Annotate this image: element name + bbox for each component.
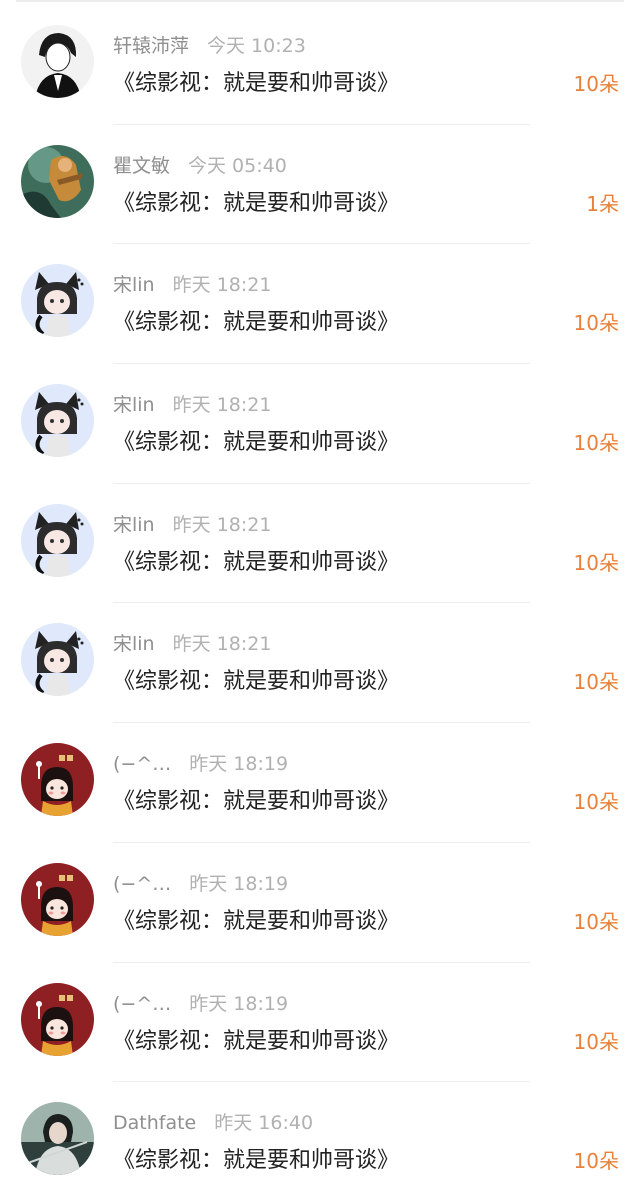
timestamp: 今天 10:23 — [207, 35, 306, 57]
flower-count: 10朵 — [573, 1029, 619, 1054]
meta: Dathfate 昨天 16:40 — [113, 1108, 313, 1136]
user-name[interactable]: 轩辕沛萍 — [113, 35, 189, 57]
timestamp: 昨天 18:21 — [172, 513, 272, 536]
meta: (−^… 昨天 18:19 — [113, 869, 288, 897]
gift-row[interactable]: (−^… 昨天 18:19 《综影视：就是要和帅哥谈》 10朵 — [0, 963, 640, 1083]
user-name[interactable]: (−^… — [113, 753, 171, 775]
avatar-cat-girl-icon[interactable] — [21, 384, 94, 458]
meta: 宋lin 昨天 18:21 — [113, 629, 271, 657]
flower-count: 10朵 — [573, 1149, 619, 1174]
top-divider — [16, 0, 624, 2]
avatar-cat-girl-icon[interactable] — [21, 503, 94, 577]
timestamp: 今天 05:40 — [188, 154, 287, 177]
meta: (−^… 昨天 18:19 — [113, 749, 288, 777]
meta: 宋lin 昨天 18:21 — [113, 270, 271, 298]
meta: 瞿文敏 今天 05:40 — [113, 151, 287, 179]
flower-count: 10朵 — [573, 909, 619, 934]
avatar-cat-girl-icon[interactable] — [21, 264, 94, 338]
user-name[interactable]: 宋lin — [113, 274, 155, 296]
meta: 宋lin 昨天 18:21 — [113, 390, 271, 418]
gift-row[interactable]: (−^… 昨天 18:19 《综影视：就是要和帅哥谈》 10朵 — [0, 843, 640, 963]
book-title[interactable]: 《综影视：就是要和帅哥谈》 — [113, 663, 399, 695]
gift-list: 轩辕沛萍 今天 10:23 《综影视：就是要和帅哥谈》 10朵 瞿文敏 今天 05:… — [0, 5, 640, 1202]
gift-row[interactable]: (−^… 昨天 18:19 《综影视：就是要和帅哥谈》 10朵 — [0, 723, 640, 843]
user-name[interactable]: 宋lin — [113, 394, 155, 416]
flower-count: 10朵 — [573, 550, 619, 575]
avatar-red-girl-icon[interactable] — [21, 743, 94, 817]
user-name[interactable]: 宋lin — [113, 514, 155, 536]
gift-row[interactable]: 轩辕沛萍 今天 10:23 《综影视：就是要和帅哥谈》 10朵 — [0, 5, 640, 125]
user-name[interactable]: 宋lin — [113, 633, 155, 655]
avatar-red-girl-icon[interactable] — [21, 862, 94, 936]
timestamp: 昨天 18:21 — [172, 274, 272, 297]
gift-row[interactable]: 宋lin 昨天 18:21 《综影视：就是要和帅哥谈》 10朵 — [0, 603, 640, 724]
flower-count: 10朵 — [573, 72, 619, 96]
book-title[interactable]: 《综影视：就是要和帅哥谈》 — [113, 783, 399, 815]
timestamp: 昨天 18:19 — [189, 872, 289, 895]
gift-row[interactable]: 宋lin 昨天 18:21 《综影视：就是要和帅哥谈》 10朵 — [0, 244, 640, 365]
gift-row[interactable]: 宋lin 昨天 18:21 《综影视：就是要和帅哥谈》 10朵 — [0, 484, 640, 604]
book-title[interactable]: 《综影视：就是要和帅哥谈》 — [113, 304, 399, 336]
meta: 轩辕沛萍 今天 10:23 — [113, 31, 306, 59]
timestamp: 昨天 18:21 — [172, 633, 272, 656]
avatar-game-hero-icon[interactable] — [21, 144, 94, 218]
meta: 宋lin 昨天 18:21 — [113, 510, 271, 538]
avatar-bw-man-icon[interactable] — [21, 25, 94, 98]
gift-row[interactable]: 瞿文敏 今天 05:40 《综影视：就是要和帅哥谈》 1朵 — [0, 125, 640, 245]
user-name[interactable]: (−^… — [113, 873, 171, 895]
book-title[interactable]: 《综影视：就是要和帅哥谈》 — [113, 65, 399, 97]
book-title[interactable]: 《综影视：就是要和帅哥谈》 — [113, 903, 399, 935]
avatar-red-girl-icon[interactable] — [21, 982, 94, 1056]
avatar-swordsman-icon[interactable] — [21, 1102, 94, 1176]
gift-row[interactable]: 宋lin 昨天 18:21 《综影视：就是要和帅哥谈》 10朵 — [0, 364, 640, 484]
timestamp: 昨天 18:21 — [172, 394, 272, 417]
flower-count: 10朵 — [573, 431, 619, 456]
flower-count: 10朵 — [573, 311, 619, 336]
user-name[interactable]: 瞿文敏 — [113, 155, 170, 177]
user-name[interactable]: (−^… — [113, 993, 171, 1015]
meta: (−^… 昨天 18:19 — [113, 989, 288, 1017]
flower-count: 1朵 — [586, 191, 619, 216]
book-title[interactable]: 《综影视：就是要和帅哥谈》 — [113, 1023, 399, 1055]
user-name[interactable]: Dathfate — [113, 1112, 196, 1134]
timestamp: 昨天 18:19 — [189, 992, 289, 1015]
timestamp: 昨天 16:40 — [214, 1112, 314, 1135]
flower-count: 10朵 — [573, 670, 619, 695]
timestamp: 昨天 18:19 — [189, 753, 289, 776]
book-title[interactable]: 《综影视：就是要和帅哥谈》 — [113, 1142, 399, 1174]
flower-count: 10朵 — [573, 790, 619, 815]
book-title[interactable]: 《综影视：就是要和帅哥谈》 — [113, 185, 399, 217]
book-title[interactable]: 《综影视：就是要和帅哥谈》 — [113, 424, 399, 456]
book-title[interactable]: 《综影视：就是要和帅哥谈》 — [113, 544, 399, 576]
avatar-cat-girl-icon[interactable] — [21, 623, 94, 697]
gift-row[interactable]: Dathfate 昨天 16:40 《综影视：就是要和帅哥谈》 10朵 — [0, 1082, 640, 1202]
